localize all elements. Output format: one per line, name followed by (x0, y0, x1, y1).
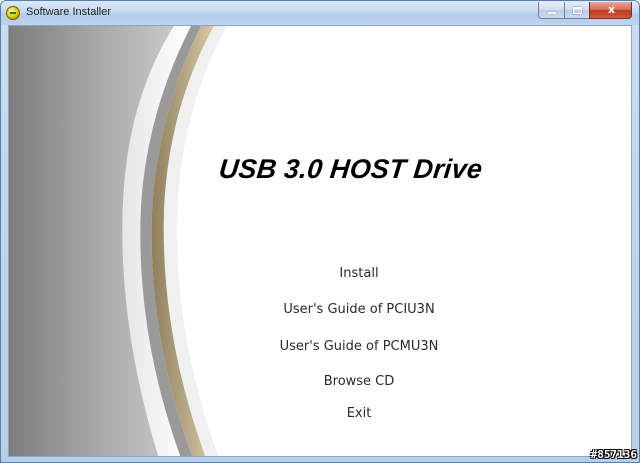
exit-link[interactable]: Exit (219, 406, 499, 421)
watermark-text: #857136 (590, 448, 637, 461)
users-guide-pcmu3n-link[interactable]: User's Guide of PCMU3N (219, 339, 499, 354)
close-button[interactable]: x (589, 2, 632, 19)
minimize-icon (548, 12, 556, 14)
window-title: Software Installer (26, 6, 111, 18)
background-swoosh-graphic (9, 26, 227, 456)
users-guide-pciu3n-link[interactable]: User's Guide of PCIU3N (219, 302, 499, 317)
close-icon: x (607, 3, 616, 16)
title-bar[interactable]: Software Installer x (1, 1, 639, 25)
install-link[interactable]: Install (219, 266, 499, 281)
window-controls: x (538, 2, 632, 19)
app-icon (6, 6, 20, 20)
minimize-button[interactable] (538, 2, 564, 19)
maximize-button[interactable] (564, 2, 589, 19)
product-headline: USB 3.0 HOST Drive (217, 154, 484, 184)
maximize-icon (573, 7, 582, 14)
client-area: USB 3.0 HOST Drive Install User's Guide … (8, 25, 632, 457)
installer-window: Software Installer x USB 3.0 HOST Drive … (0, 0, 640, 463)
browse-cd-link[interactable]: Browse CD (219, 374, 499, 389)
